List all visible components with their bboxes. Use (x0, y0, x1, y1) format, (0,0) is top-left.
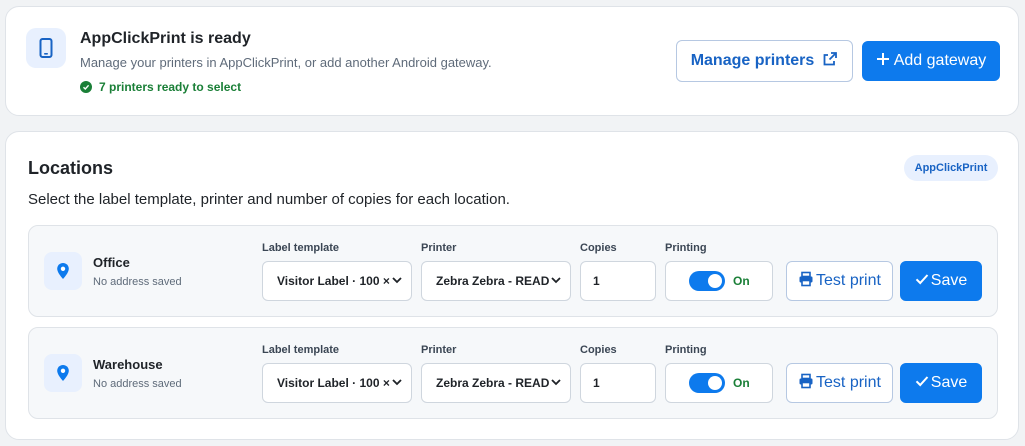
toggle-switch[interactable] (689, 373, 725, 393)
printer-select-value: Zebra Zebra - READ (436, 274, 550, 288)
printer-label: Printer (421, 344, 457, 356)
phone-icon (26, 28, 66, 68)
brand-badge: AppClickPrint (904, 155, 998, 181)
location-address: No address saved (93, 276, 182, 288)
printing-state: On (733, 376, 750, 390)
save-button[interactable]: Save (900, 363, 982, 403)
template-select[interactable]: Visitor Label · 100 × (262, 363, 412, 403)
printing-label: Printing (665, 344, 707, 356)
gateway-title: AppClickPrint is ready (80, 30, 251, 47)
printer-icon (798, 373, 814, 394)
copies-label: Copies (580, 344, 617, 356)
template-label: Label template (262, 242, 340, 254)
template-select-value: Visitor Label · 100 × (277, 274, 390, 288)
printer-select[interactable]: Zebra Zebra - READ (421, 261, 571, 301)
locations-title: Locations (28, 158, 114, 178)
plus-icon (876, 52, 890, 71)
printer-status: 7 printers ready to select (80, 80, 241, 94)
copies-input[interactable] (580, 363, 656, 403)
copies-input[interactable] (580, 261, 656, 301)
gateway-status-card: AppClickPrint is ready Manage your print… (5, 6, 1019, 116)
map-pin-icon (44, 354, 82, 392)
test-print-label: Test print (816, 374, 881, 391)
location-name: Office (93, 255, 130, 270)
template-label: Label template (262, 344, 340, 356)
printer-status-text: 7 printers ready to select (99, 80, 242, 94)
printer-label: Printer (421, 242, 457, 254)
printer-select[interactable]: Zebra Zebra - READ (421, 363, 571, 403)
location-row-warehouse: Warehouse No address saved Label templat… (28, 327, 998, 419)
test-print-button[interactable]: Test print (786, 363, 893, 403)
check-icon (915, 374, 929, 393)
map-pin-icon (44, 252, 82, 290)
template-select-value: Visitor Label · 100 × (277, 376, 390, 390)
toggle-switch[interactable] (689, 271, 725, 291)
test-print-label: Test print (816, 272, 881, 289)
chevron-down-icon (550, 376, 562, 391)
printing-toggle[interactable]: On (665, 261, 773, 301)
check-icon (915, 272, 929, 291)
locations-card: Locations Select the label template, pri… (5, 131, 1019, 440)
locations-description: Select the label template, printer and n… (28, 191, 510, 208)
printing-label: Printing (665, 242, 707, 254)
printing-toggle[interactable]: On (665, 363, 773, 403)
location-row-office: Office No address saved Label template P… (28, 225, 998, 317)
location-address: No address saved (93, 378, 182, 390)
location-name: Warehouse (93, 357, 163, 372)
save-label: Save (930, 374, 968, 391)
manage-printers-label: Manage printers (690, 52, 815, 69)
add-gateway-label: Add gateway (893, 52, 987, 69)
test-print-button[interactable]: Test print (786, 261, 893, 301)
external-link-icon (822, 51, 838, 72)
check-circle-icon (80, 81, 92, 93)
gateway-subtitle: Manage your printers in AppClickPrint, o… (80, 55, 492, 70)
template-select[interactable]: Visitor Label · 100 × (262, 261, 412, 301)
printer-icon (798, 271, 814, 292)
printer-select-value: Zebra Zebra - READ (436, 376, 550, 390)
save-label: Save (930, 272, 968, 289)
save-button[interactable]: Save (900, 261, 982, 301)
printing-state: On (733, 274, 750, 288)
chevron-down-icon (391, 376, 403, 391)
copies-label: Copies (580, 242, 617, 254)
chevron-down-icon (550, 274, 562, 289)
manage-printers-button[interactable]: Manage printers (676, 40, 853, 82)
add-gateway-button[interactable]: Add gateway (862, 41, 1000, 81)
chevron-down-icon (391, 274, 403, 289)
